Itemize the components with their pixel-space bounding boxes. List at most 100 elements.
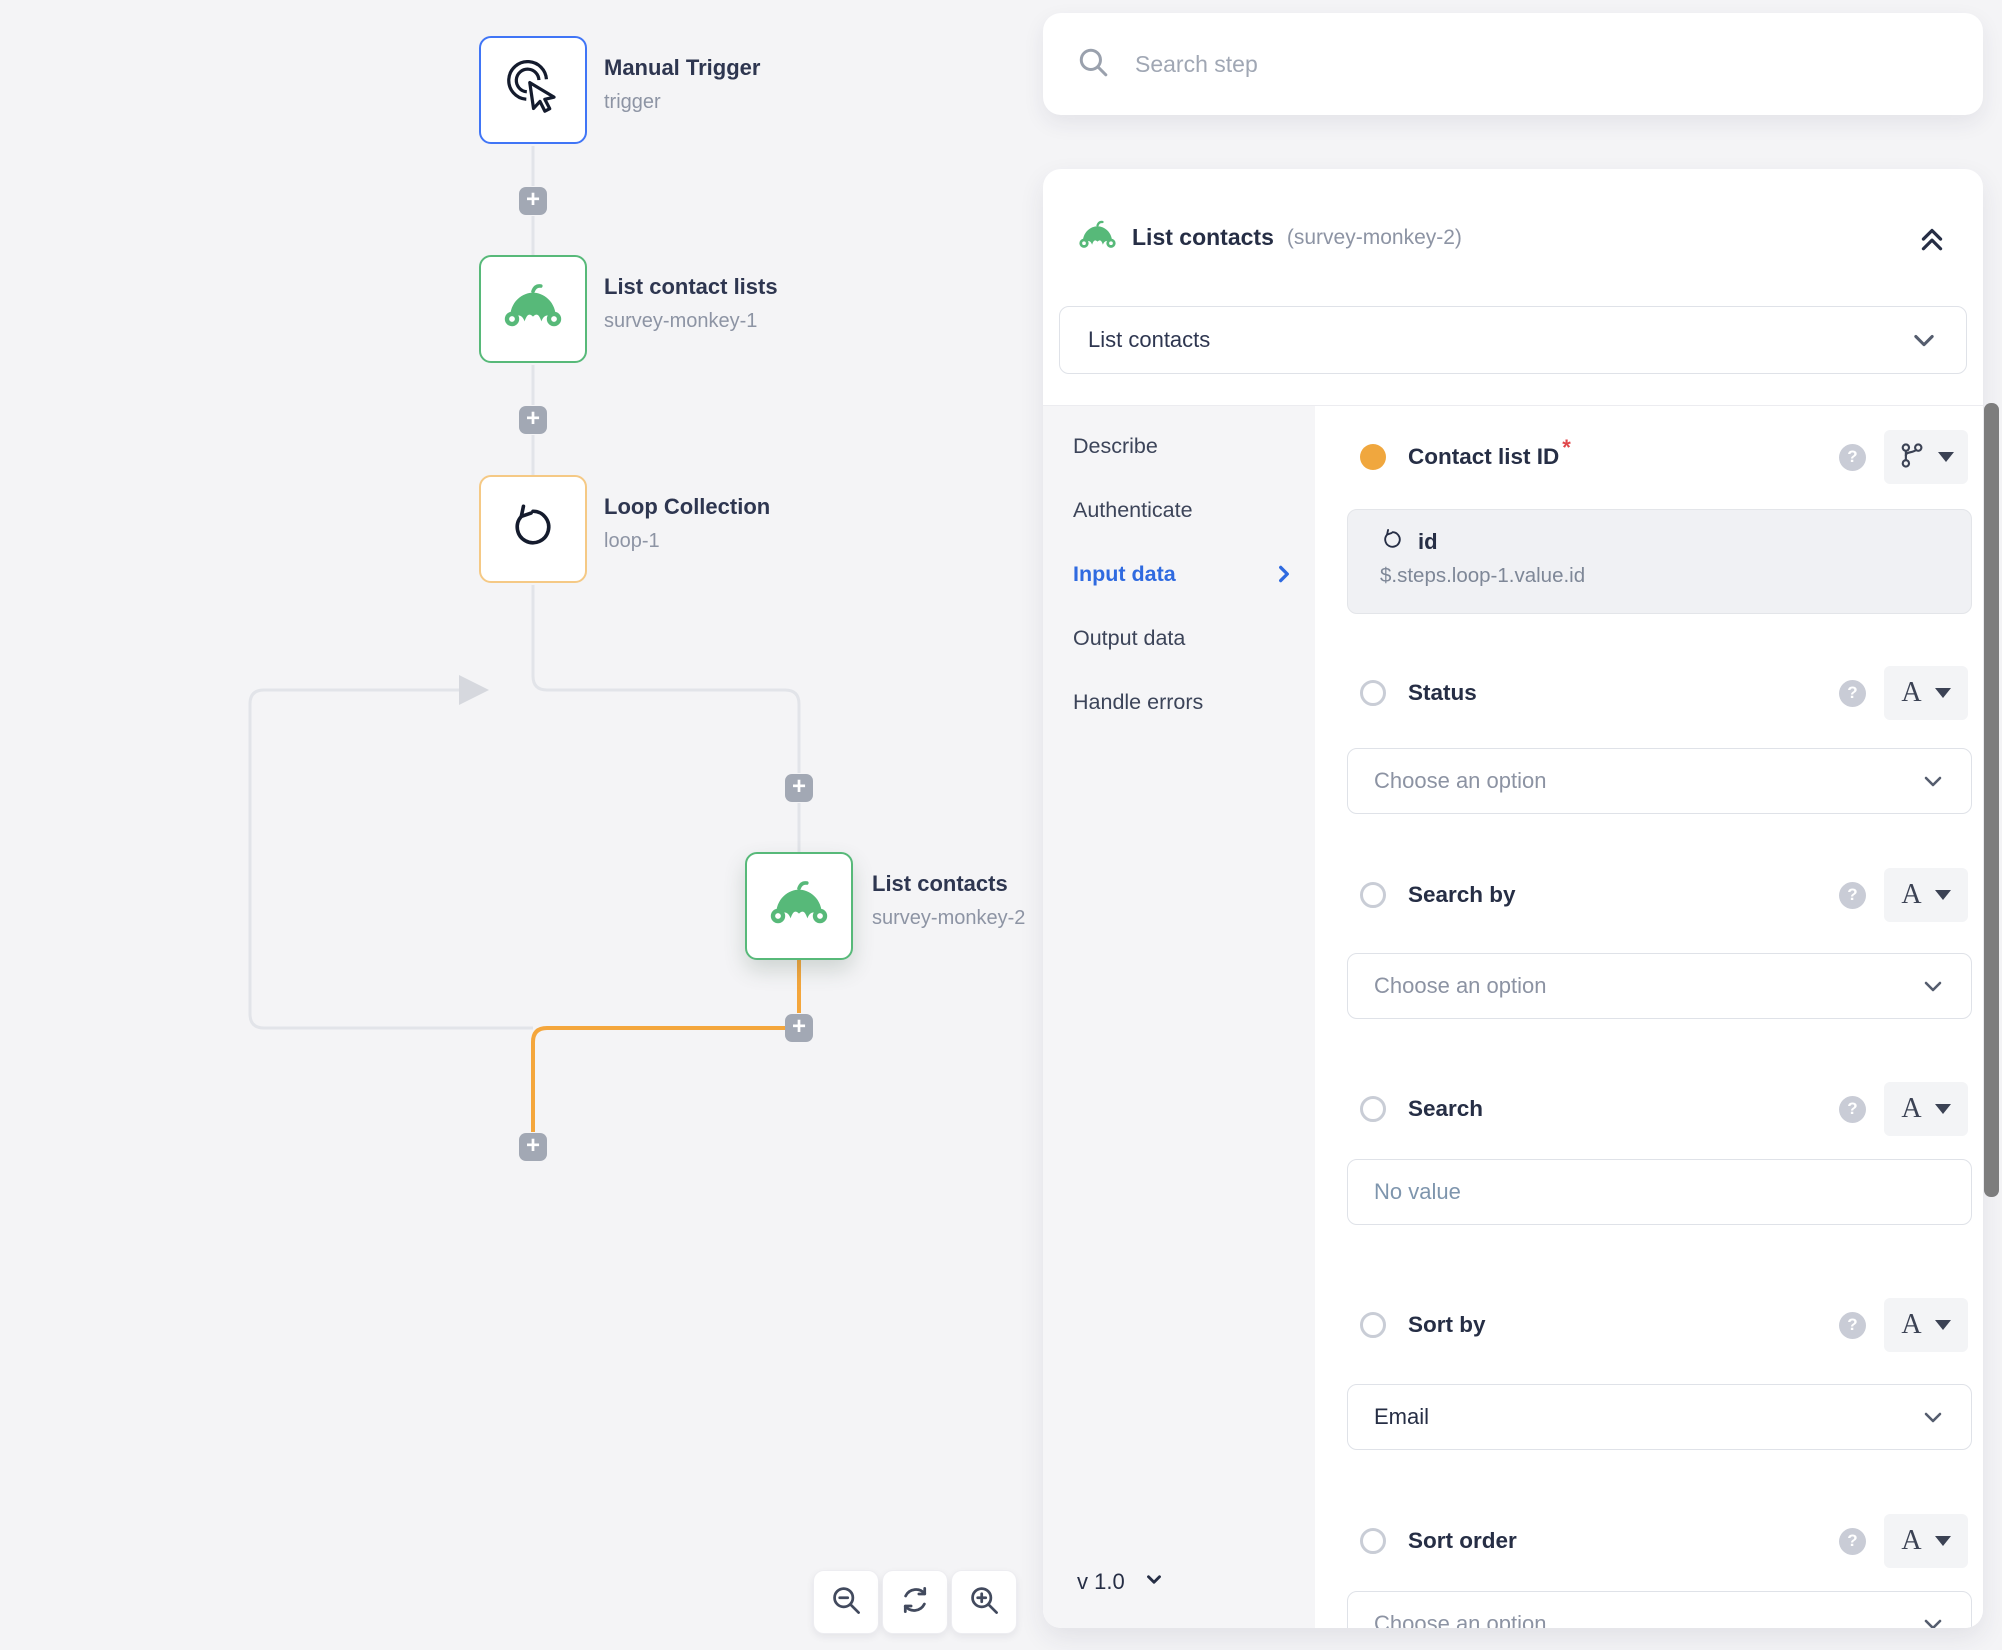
text-type-icon: A <box>1901 679 1921 707</box>
chevron-down-icon <box>1921 974 1945 998</box>
unmapped-field-bullet <box>1360 882 1386 908</box>
field-type-selector[interactable] <box>1884 430 1968 484</box>
unmapped-field-bullet <box>1360 1528 1386 1554</box>
text-type-icon: A <box>1901 1527 1921 1555</box>
action-select[interactable]: List contacts <box>1059 306 1967 374</box>
tab-authenticate[interactable]: Authenticate <box>1043 478 1315 542</box>
node-loop-collection[interactable] <box>479 475 587 583</box>
caret-down-icon <box>1935 1104 1951 1114</box>
panel-content: Describe Authenticate Input data Output … <box>1043 405 1983 1628</box>
chevron-down-icon <box>1921 1405 1945 1429</box>
chevron-right-icon <box>1273 563 1295 585</box>
text-type-icon: A <box>1901 1311 1921 1339</box>
status-select[interactable]: Choose an option <box>1347 748 1972 814</box>
node-title: Loop Collection <box>604 494 770 520</box>
node-list-contact-lists[interactable] <box>479 255 587 363</box>
help-icon[interactable] <box>1839 680 1866 707</box>
version-select[interactable]: v 1.0 <box>1077 1568 1165 1596</box>
collapse-panel-button[interactable] <box>1917 223 1947 253</box>
add-step-button-1[interactable] <box>519 187 547 215</box>
zoom-in-icon <box>968 1584 1000 1621</box>
text-type-icon: A <box>1901 1095 1921 1123</box>
token-name: id <box>1418 529 1438 555</box>
surveymonkey-icon <box>1079 220 1116 256</box>
panel-tab-sidebar: Describe Authenticate Input data Output … <box>1043 406 1315 1628</box>
tab-input-data[interactable]: Input data <box>1043 542 1315 606</box>
panel-step-id: (survey-monkey-2) <box>1287 226 1462 250</box>
field-label: Search by <box>1408 882 1516 908</box>
help-icon[interactable] <box>1839 882 1866 909</box>
caret-down-icon <box>1935 1536 1951 1546</box>
field-sort-order-header: Sort order A <box>1360 1513 1968 1569</box>
zoom-in-button[interactable] <box>951 1570 1017 1634</box>
chevron-down-icon <box>1921 1612 1945 1628</box>
help-icon[interactable] <box>1839 1528 1866 1555</box>
panel-title: List contacts <box>1132 224 1274 251</box>
zoom-out-button[interactable] <box>813 1570 879 1634</box>
field-label: Search <box>1408 1096 1483 1122</box>
help-icon[interactable] <box>1839 444 1866 471</box>
workflow-editor: Manual Trigger trigger List contact list… <box>0 0 2002 1650</box>
text-type-icon: A <box>1901 881 1921 909</box>
token-path: $.steps.loop-1.value.id <box>1380 564 1971 588</box>
node-subtitle: trigger <box>604 91 760 113</box>
caret-down-icon <box>1935 890 1951 900</box>
node-subtitle: loop-1 <box>604 530 770 552</box>
reset-view-button[interactable] <box>882 1570 948 1634</box>
help-icon[interactable] <box>1839 1096 1866 1123</box>
node-label-manual-trigger: Manual Trigger trigger <box>604 55 760 113</box>
unmapped-field-bullet <box>1360 1312 1386 1338</box>
field-search-header: Search A <box>1360 1081 1968 1137</box>
caret-down-icon <box>1935 1320 1951 1330</box>
panel-header: List contacts (survey-monkey-2) <box>1043 169 1983 306</box>
caret-down-icon <box>1938 452 1954 462</box>
field-sort-by-header: Sort by A <box>1360 1297 1968 1353</box>
field-status-header: Status A <box>1360 665 1968 721</box>
add-step-button-loop-body[interactable] <box>785 774 813 802</box>
sort-by-select[interactable]: Email <box>1347 1384 1972 1450</box>
field-label: Contact list ID <box>1408 444 1559 470</box>
node-list-contacts[interactable] <box>745 852 853 960</box>
help-icon[interactable] <box>1839 1312 1866 1339</box>
tab-output-data[interactable]: Output data <box>1043 606 1315 670</box>
action-select-value: List contacts <box>1088 327 1210 353</box>
field-search-by-header: Search by A <box>1360 867 1968 923</box>
node-manual-trigger[interactable] <box>479 36 587 144</box>
contact-list-id-token-field[interactable]: id $.steps.loop-1.value.id <box>1347 509 1972 614</box>
add-step-button-after-list-contacts[interactable] <box>785 1014 813 1042</box>
field-type-selector[interactable]: A <box>1884 868 1968 922</box>
field-label: Sort by <box>1408 1312 1486 1338</box>
step-config-panel: List contacts (survey-monkey-2) List con… <box>1043 169 1983 1628</box>
field-type-selector[interactable]: A <box>1884 1514 1968 1568</box>
search-icon <box>1077 46 1109 83</box>
input-data-form: Contact list ID * <box>1315 406 1983 1628</box>
field-type-selector[interactable]: A <box>1884 1298 1968 1352</box>
mouse-click-icon <box>505 60 561 121</box>
chevron-down-icon <box>1921 769 1945 793</box>
zoom-out-icon <box>830 1584 862 1621</box>
surveymonkey-icon <box>770 880 828 933</box>
field-label: Sort order <box>1408 1528 1517 1554</box>
node-title: List contact lists <box>604 274 778 300</box>
field-type-selector[interactable]: A <box>1884 1082 1968 1136</box>
node-subtitle: survey-monkey-1 <box>604 310 778 332</box>
version-label: v 1.0 <box>1077 1569 1125 1595</box>
node-label-list-contact-lists: List contact lists survey-monkey-1 <box>604 274 778 332</box>
required-mark: * <box>1562 429 1571 467</box>
tab-handle-errors[interactable]: Handle errors <box>1043 670 1315 734</box>
canvas-zoom-controls <box>813 1570 1017 1634</box>
refresh-icon <box>899 1584 931 1621</box>
node-title: Manual Trigger <box>604 55 760 81</box>
mapped-field-bullet <box>1360 444 1386 470</box>
panel-scrollbar-thumb[interactable] <box>1984 403 1999 1197</box>
add-step-button-after-loop[interactable] <box>519 1133 547 1161</box>
field-type-selector[interactable]: A <box>1884 666 1968 720</box>
field-label: Status <box>1408 680 1477 706</box>
search-step-input[interactable] <box>1133 50 1983 79</box>
sort-order-select[interactable]: Choose an option <box>1347 1591 1972 1628</box>
tab-describe[interactable]: Describe <box>1043 414 1315 478</box>
node-label-list-contacts: List contacts survey-monkey-2 <box>872 871 1025 929</box>
search-value-input[interactable] <box>1347 1159 1972 1225</box>
add-step-button-2[interactable] <box>519 406 547 434</box>
search-by-select[interactable]: Choose an option <box>1347 953 1972 1019</box>
